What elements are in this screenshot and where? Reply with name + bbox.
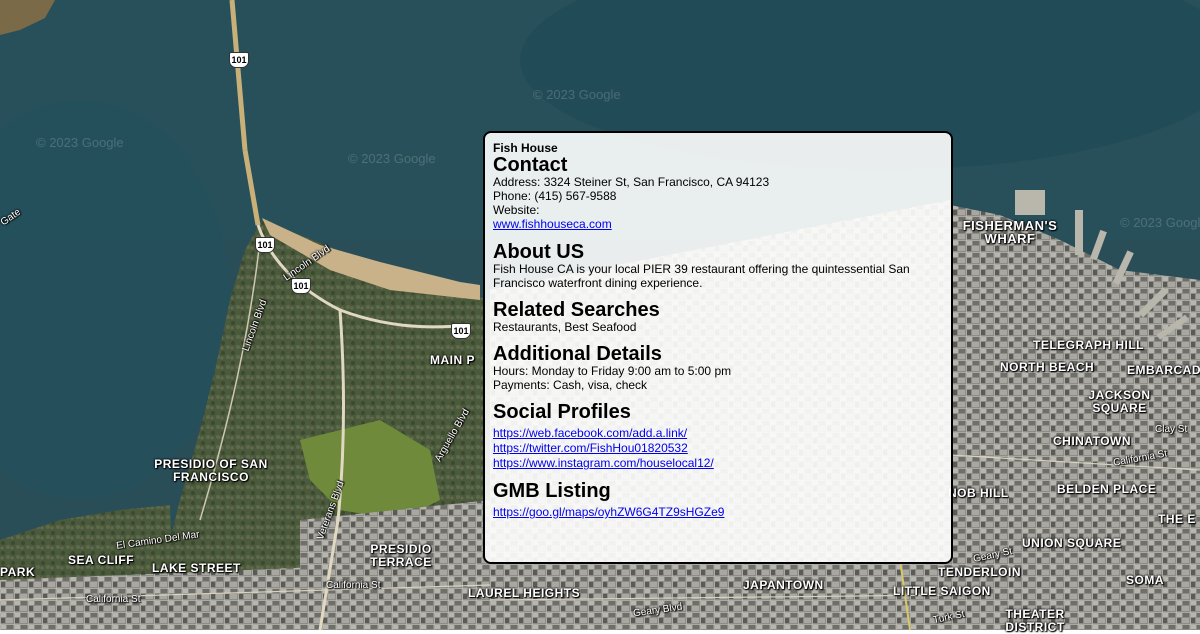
about-heading: About US — [493, 241, 585, 263]
map-label-little-saigon: LITTLE SAIGON — [893, 584, 991, 598]
map-watermark: © 2023 Google — [36, 135, 124, 150]
related-searches-text: Restaurants, Best Seafood — [493, 320, 637, 334]
map-label-fishermans-wharf: FISHERMAN'S WHARF — [962, 218, 1058, 246]
map-label-park: PARK — [0, 565, 36, 579]
map-label-main-post: MAIN P — [430, 353, 475, 367]
map-label-laurel-heights: LAUREL HEIGHTS — [468, 586, 581, 600]
gmb-listing-section: GMB Listing https://goo.gl/maps/oyhZW6G4… — [493, 481, 943, 520]
gmb-link[interactable]: https://goo.gl/maps/oyhZW6G4TZ9sHGZe9 — [493, 505, 943, 520]
related-searches-heading: Related Searches — [493, 299, 660, 321]
highway-101-shield: 101 — [255, 237, 275, 253]
map-label-union-square: UNION SQUARE — [1022, 536, 1122, 550]
map-label-chinatown: CHINATOWN — [1053, 434, 1132, 448]
map-watermark: © 2023 Google — [1120, 215, 1200, 230]
map-label-california-st: California St — [326, 580, 381, 591]
twitter-link[interactable]: https://twitter.com/FishHou01820532 — [493, 441, 943, 456]
website-link[interactable]: www.fishhouseca.com — [493, 217, 943, 232]
gmb-links: https://goo.gl/maps/oyhZW6G4TZ9sHGZe9 — [493, 505, 943, 520]
social-links: https://web.facebook.com/add.a.link/ htt… — [493, 426, 943, 471]
map-watermark: © 2023 Google — [533, 87, 621, 102]
payments-text: Payments: Cash, visa, check — [493, 378, 648, 392]
additional-details-heading: Additional Details — [493, 343, 662, 365]
gmb-listing-heading: GMB Listing — [493, 480, 611, 502]
map-label-the-e: THE E — [1158, 512, 1196, 526]
map-label-jackson-square: JACKSON SQUARE — [1088, 388, 1151, 415]
phone-text: Phone: (415) 567-9588 — [493, 189, 617, 203]
map-label-nob-hill: NOB HILL — [948, 486, 1009, 500]
social-profiles-heading: Social Profiles — [493, 401, 631, 423]
about-text: Fish House CA is your local PIER 39 rest… — [493, 262, 910, 290]
address-text: Address: 3324 Steiner St, San Francisco,… — [493, 175, 770, 189]
highway-101-shield: 101 — [451, 323, 471, 339]
hours-text: Hours: Monday to Friday 9:00 am to 5:00 … — [493, 364, 732, 378]
business-name: Fish House — [493, 141, 558, 155]
map-label-clay-st: Clay St — [1155, 424, 1188, 435]
map-label-lake-street: LAKE STREET — [152, 561, 241, 575]
map-label-theater-district: THEATER DISTRICT — [1005, 607, 1065, 634]
map-label-japantown: JAPANTOWN — [743, 578, 824, 592]
map-label-north-beach: NORTH BEACH — [1000, 360, 1095, 374]
website-label: Website: — [493, 203, 540, 217]
map-label-presidio-of-sf: PRESIDIO OF SAN FRANCISCO — [154, 457, 268, 484]
highway-101-shield: 101 — [291, 278, 311, 294]
additional-details-section: Additional Details Hours: Monday to Frid… — [493, 344, 943, 392]
related-searches-section: Related Searches Restaurants, Best Seafo… — [493, 300, 943, 334]
map-label-embarcadero: EMBARCAD — [1127, 363, 1200, 377]
contact-section: Contact Address: 3324 Steiner St, San Fr… — [493, 155, 943, 232]
facebook-link[interactable]: https://web.facebook.com/add.a.link/ — [493, 426, 943, 441]
map-label-soma: SOMA — [1126, 573, 1164, 587]
social-profiles-section: Social Profiles https://web.facebook.com… — [493, 402, 943, 471]
about-section: About US Fish House CA is your local PIE… — [493, 242, 943, 290]
map-label-sea-cliff: SEA CLIFF — [68, 553, 135, 567]
instagram-link[interactable]: https://www.instagram.com/houselocal12/ — [493, 456, 943, 471]
map-label-tenderloin: TENDERLOIN — [938, 565, 1021, 579]
map-label-california-st: California St — [86, 594, 141, 605]
map-label-telegraph-hill: TELEGRAPH HILL — [1033, 338, 1144, 352]
map-watermark: © 2023 Google — [348, 151, 436, 166]
map-label-presidio-terrace: PRESIDIO TERRACE — [370, 542, 432, 569]
contact-heading: Contact — [493, 154, 568, 176]
highway-101-shield: 101 — [229, 52, 249, 68]
map-label-belden-place: BELDEN PLACE — [1057, 482, 1157, 496]
business-info-panel: Fish House Contact Address: 3324 Steiner… — [483, 131, 953, 564]
